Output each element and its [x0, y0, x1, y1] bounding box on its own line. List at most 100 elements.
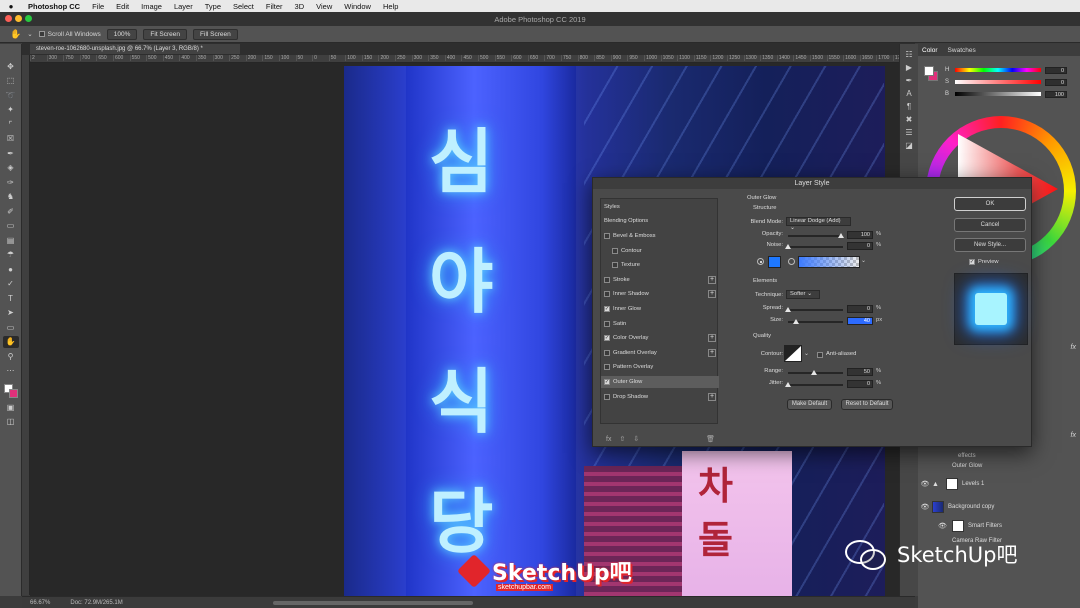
smart-filter-mask-thumbnail[interactable]	[952, 520, 964, 532]
history-panel-icon[interactable]: ☷	[905, 50, 912, 59]
move-down-icon[interactable]: ⇩	[633, 435, 639, 443]
range-field[interactable]: 50	[847, 368, 873, 376]
blur-tool-icon[interactable]: ☂	[3, 249, 19, 262]
visibility-eye-icon[interactable]: 👁	[918, 522, 947, 530]
contour-picker[interactable]	[784, 345, 802, 362]
add-style-plus-icon[interactable]: +	[708, 275, 716, 284]
history-brush-tool-icon[interactable]: ✐	[3, 205, 19, 218]
saturation-track[interactable]	[955, 80, 1041, 84]
color-swatches[interactable]	[3, 383, 19, 399]
gradient-tool-icon[interactable]: ▤	[3, 234, 19, 247]
shape-tool-icon[interactable]: ▭	[3, 321, 19, 334]
scroll-all-windows-checkbox[interactable]: Scroll All Windows	[38, 31, 101, 38]
zoom-level[interactable]: 66.67%	[30, 600, 50, 606]
brush-tool-icon[interactable]: ✑	[3, 176, 19, 189]
menu-image[interactable]: Image	[135, 2, 168, 11]
hand-tool-icon[interactable]: ✋	[10, 29, 21, 40]
lasso-tool-icon[interactable]: ➰	[3, 89, 19, 102]
gradient-chevron-icon[interactable]: ⌄	[861, 258, 866, 264]
trash-icon[interactable]: 🗑	[706, 435, 715, 443]
solid-color-radio[interactable]	[757, 258, 764, 265]
menu-edit[interactable]: Edit	[110, 2, 135, 11]
styles-header[interactable]: Styles	[601, 201, 719, 213]
crop-tool-icon[interactable]: ⌜	[3, 118, 19, 131]
tab-color[interactable]: Color	[922, 47, 938, 54]
saturation-slider[interactable]: S 0	[945, 78, 1067, 86]
style-item-drop-shadow[interactable]: Drop Shadow +	[601, 391, 719, 403]
layer-mask-thumbnail[interactable]	[946, 478, 958, 490]
gradient-radio[interactable]	[788, 258, 795, 265]
type-tool-icon[interactable]: T	[3, 292, 19, 305]
technique-select[interactable]: Softer ⌄	[786, 290, 820, 299]
contour-chevron-icon[interactable]: ⌄	[804, 351, 809, 357]
style-checkbox[interactable]	[604, 393, 610, 400]
eyedropper-tool-icon[interactable]: ✒	[3, 147, 19, 160]
style-item-pattern-overlay[interactable]: Pattern Overlay	[601, 361, 719, 373]
style-item-outer-glow[interactable]: ✓ Outer Glow	[601, 376, 719, 388]
jitter-field[interactable]: 0	[847, 380, 873, 388]
preview-checkbox[interactable]: ✓	[969, 259, 975, 265]
doc-size[interactable]: Doc: 72.9M/265.1M	[70, 600, 122, 606]
jitter-track[interactable]	[788, 384, 843, 386]
tools-preset-icon[interactable]: ✖	[906, 115, 913, 124]
color-panel-foreground[interactable]	[924, 66, 934, 76]
cancel-button[interactable]: Cancel	[954, 218, 1026, 232]
fx-icon[interactable]: fx	[606, 436, 611, 443]
noise-field[interactable]: 0	[847, 242, 873, 250]
range-slider-thumb[interactable]	[811, 370, 817, 375]
reset-to-default-button[interactable]: Reset to Default	[841, 399, 893, 410]
jitter-slider-thumb[interactable]	[785, 382, 791, 387]
tool-preset-chevron-icon[interactable]: ⌄	[27, 30, 32, 38]
style-checkbox[interactable]	[604, 320, 610, 327]
opacity-slider-thumb[interactable]	[838, 233, 844, 238]
layer-thumbnail[interactable]	[932, 501, 944, 513]
noise-track[interactable]	[788, 246, 843, 248]
zoom-tool-icon[interactable]: ⚲	[3, 350, 19, 363]
marquee-tool-icon[interactable]: ⬚	[3, 75, 19, 88]
tab-swatches[interactable]: Swatches	[948, 47, 976, 54]
layer-fx-icon-2[interactable]: fx	[1071, 432, 1076, 439]
style-item-contour[interactable]: Contour	[601, 245, 719, 257]
anti-aliased-checkbox[interactable]	[817, 352, 823, 358]
opacity-track[interactable]	[788, 235, 843, 237]
layer-outer-glow[interactable]: Outer Glow	[918, 459, 1080, 473]
menu-3d[interactable]: 3D	[289, 2, 311, 11]
menu-filter[interactable]: Filter	[260, 2, 289, 11]
magic-wand-tool-icon[interactable]: ✦	[3, 104, 19, 117]
ok-button[interactable]: OK	[954, 197, 1026, 211]
path-selection-tool-icon[interactable]: ➤	[3, 307, 19, 320]
zoom-window-icon[interactable]	[25, 15, 32, 22]
menu-app[interactable]: Photoshop CC	[22, 2, 86, 11]
spread-slider-thumb[interactable]	[785, 307, 791, 312]
style-item-satin[interactable]: Satin	[601, 318, 719, 330]
brush-panel-icon[interactable]: ✒	[906, 76, 913, 85]
menu-window[interactable]: Window	[338, 2, 377, 11]
style-checkbox[interactable]	[612, 262, 618, 269]
dodge-tool-icon[interactable]: ●	[3, 263, 19, 276]
style-checkbox[interactable]: ✓	[604, 379, 610, 385]
style-item-inner-glow[interactable]: ✓ Inner Glow	[601, 303, 719, 315]
hue-slider[interactable]: H 0	[945, 66, 1067, 74]
menu-layer[interactable]: Layer	[168, 2, 199, 11]
hand-tool-icon[interactable]: ✋	[2, 335, 19, 348]
brightness-track[interactable]	[955, 92, 1041, 96]
menu-view[interactable]: View	[310, 2, 338, 11]
zoom-100-button[interactable]: 100%	[106, 28, 138, 40]
frame-tool-icon[interactable]: ☒	[3, 133, 19, 146]
style-checkbox[interactable]	[612, 247, 618, 254]
menu-file[interactable]: File	[86, 2, 110, 11]
size-field[interactable]: 40	[847, 317, 873, 325]
more-tools-icon[interactable]: ⋯	[3, 365, 19, 378]
spread-track[interactable]	[788, 309, 843, 311]
style-item-gradient-overlay[interactable]: Gradient Overlay +	[601, 347, 719, 359]
close-window-icon[interactable]	[5, 15, 12, 22]
style-checkbox[interactable]	[604, 364, 610, 371]
new-style-button[interactable]: New Style...	[954, 238, 1026, 252]
adjustments-panel-icon[interactable]: ◪	[905, 141, 913, 150]
make-default-button[interactable]: Make Default	[787, 399, 832, 410]
layer-background-copy[interactable]: 👁 Background copy	[918, 500, 1080, 514]
style-checkbox[interactable]	[604, 233, 610, 239]
size-slider-thumb[interactable]	[793, 319, 799, 324]
style-item-texture[interactable]: Texture	[601, 259, 719, 271]
style-item-color-overlay[interactable]: ✓ Color Overlay +	[601, 332, 719, 344]
